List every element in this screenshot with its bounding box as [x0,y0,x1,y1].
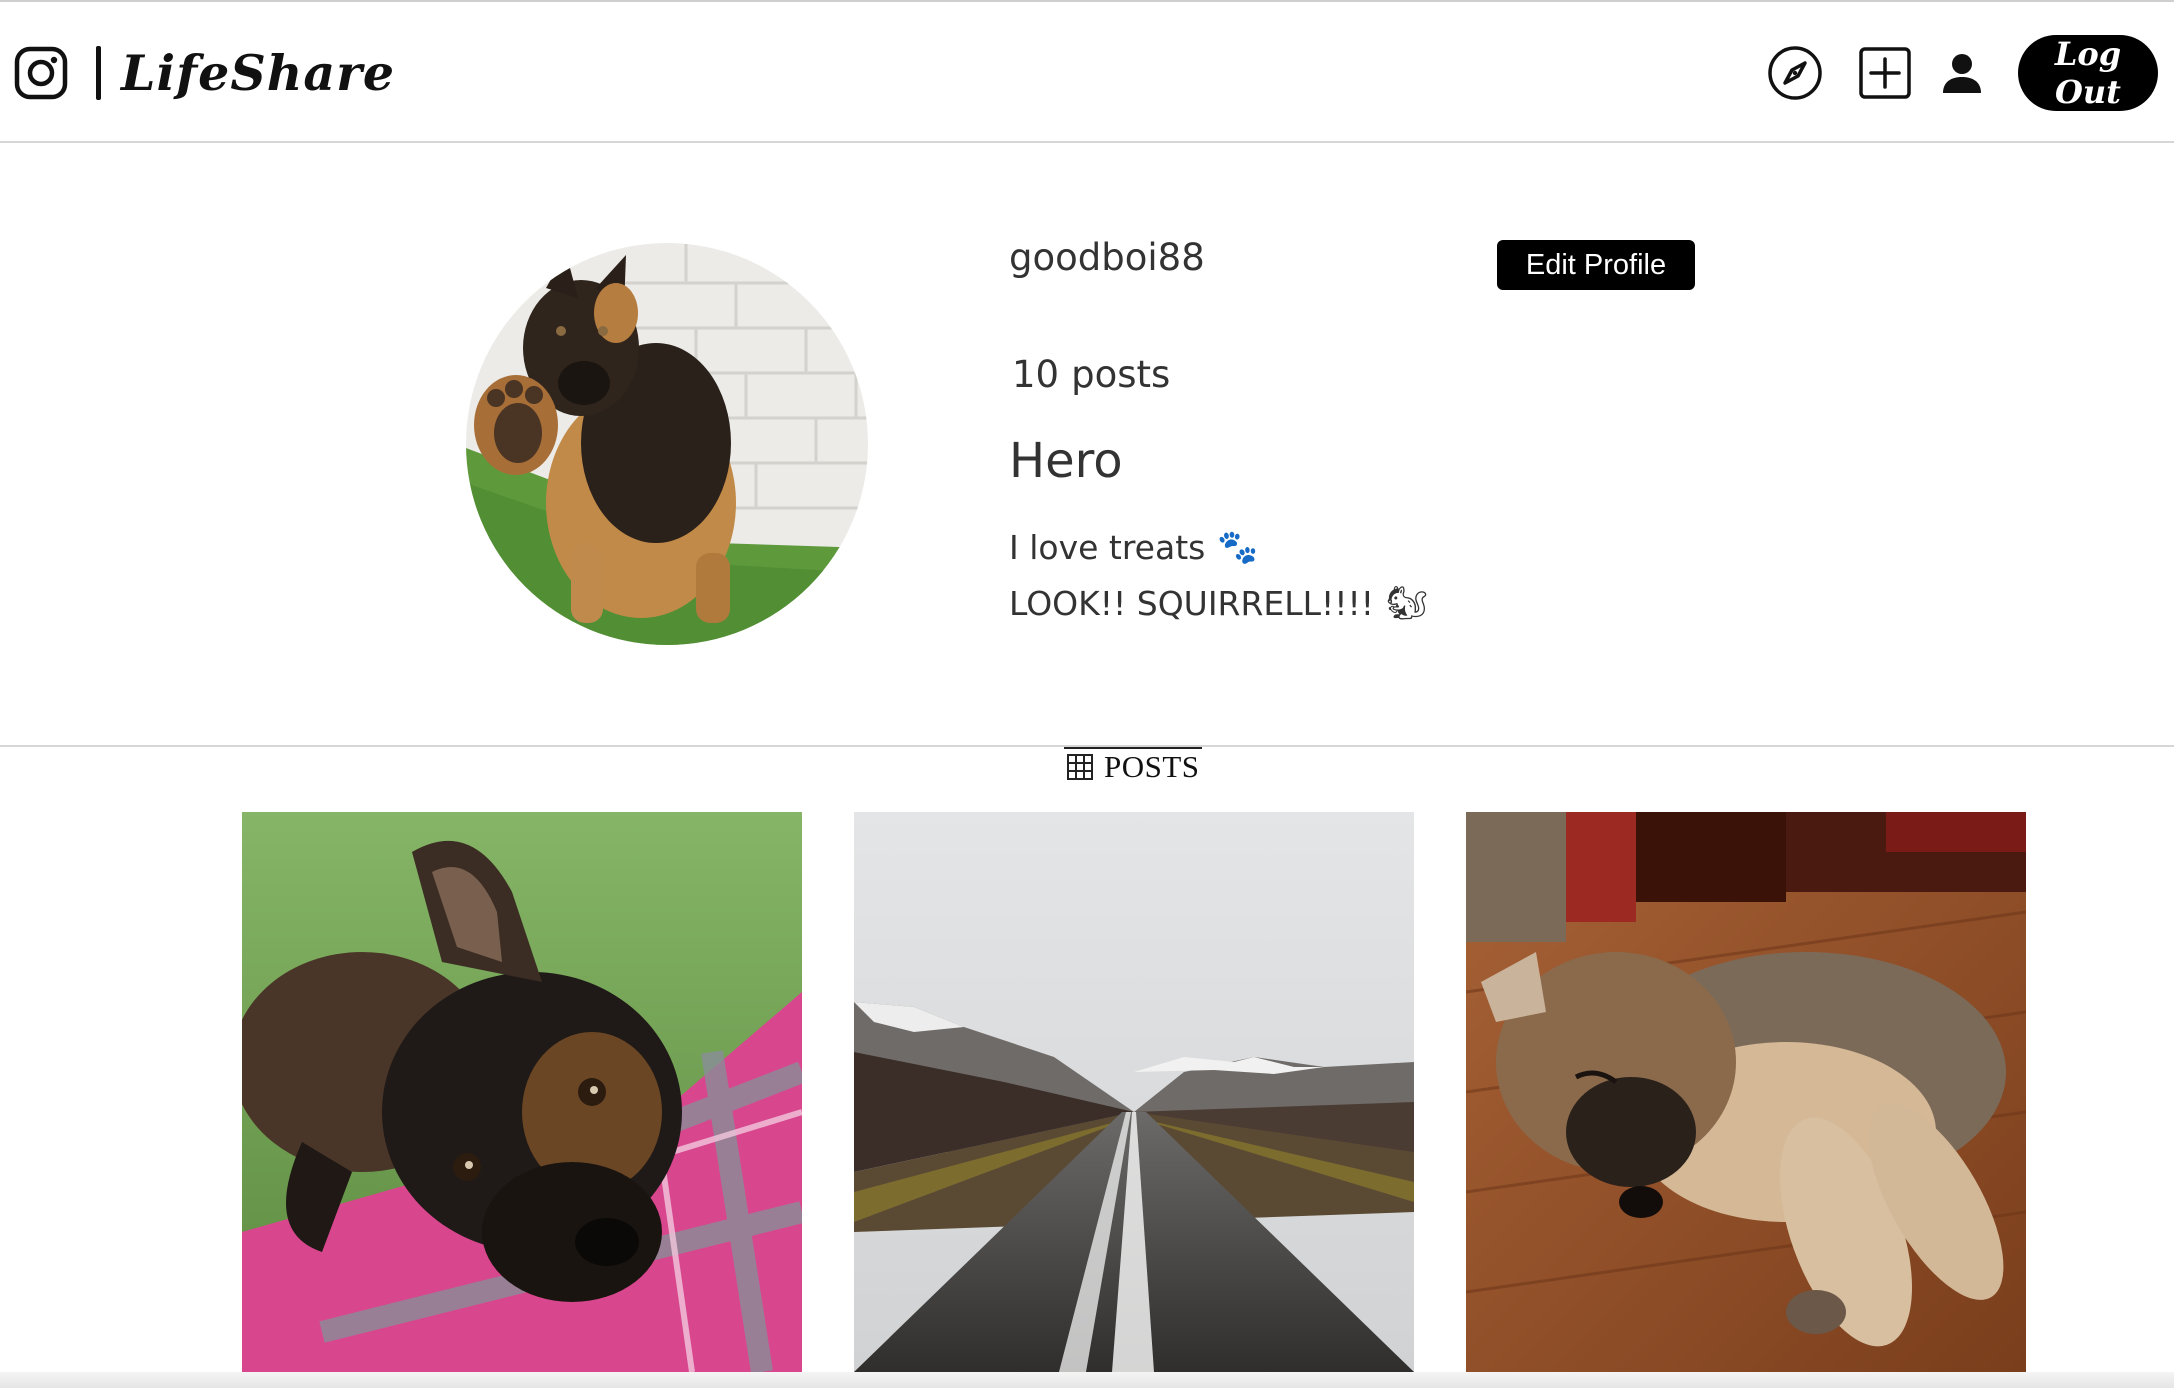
scroll-shadow [0,1372,2174,1388]
post-count: 10 posts [1012,353,1170,396]
top-navbar: LifeShare Log Out [0,2,2174,143]
app-title: LifeShare [121,44,396,102]
bio-line: LOOK!! SQUIRRELL!!!! 🐿 [1009,583,1428,623]
user-icon [1943,54,1981,93]
post-thumbnail[interactable] [242,812,802,1372]
profile-display-name: Hero [1009,433,1123,489]
tab-posts-label: POSTS [1104,749,1200,784]
post-thumbnail[interactable] [854,812,1414,1372]
post-count-value: 10 [1012,353,1060,396]
bio-text: I love treats [1009,527,1206,567]
sleeping-puppy-on-floor-image [1466,812,2026,1372]
profile-avatar[interactable] [466,243,868,645]
grid-icon [1067,754,1093,780]
chipmunk-icon: 🐿 [1385,583,1428,622]
puppy-on-plaid-blanket-image [242,812,802,1372]
post-count-label: posts [1071,353,1171,396]
brand-divider [96,46,101,100]
brand[interactable]: LifeShare [14,40,395,106]
edit-profile-button[interactable]: Edit Profile [1497,240,1695,290]
logout-button[interactable]: Log Out [2018,35,2158,111]
new-post-button[interactable] [1858,46,1912,100]
explore-button[interactable] [1766,44,1824,102]
paw-prints-icon: 🐾 [1217,527,1259,566]
bio-line: I love treats 🐾 [1009,527,1258,567]
profile-photo [466,243,868,645]
tab-posts[interactable]: POSTS [1064,747,1202,785]
plus-square-icon [1859,47,1911,99]
nav-actions: Log Out [1766,35,2158,111]
compass-icon [1768,46,1822,100]
bio-text: LOOK!! SQUIRRELL!!!! [1009,583,1374,623]
empty-mountain-road-image [854,812,1414,1372]
instagram-camera-icon [14,46,68,100]
profile-username: goodboi88 [1009,236,1205,279]
post-thumbnail[interactable] [1466,812,2026,1372]
profile-button[interactable] [1940,51,1984,95]
